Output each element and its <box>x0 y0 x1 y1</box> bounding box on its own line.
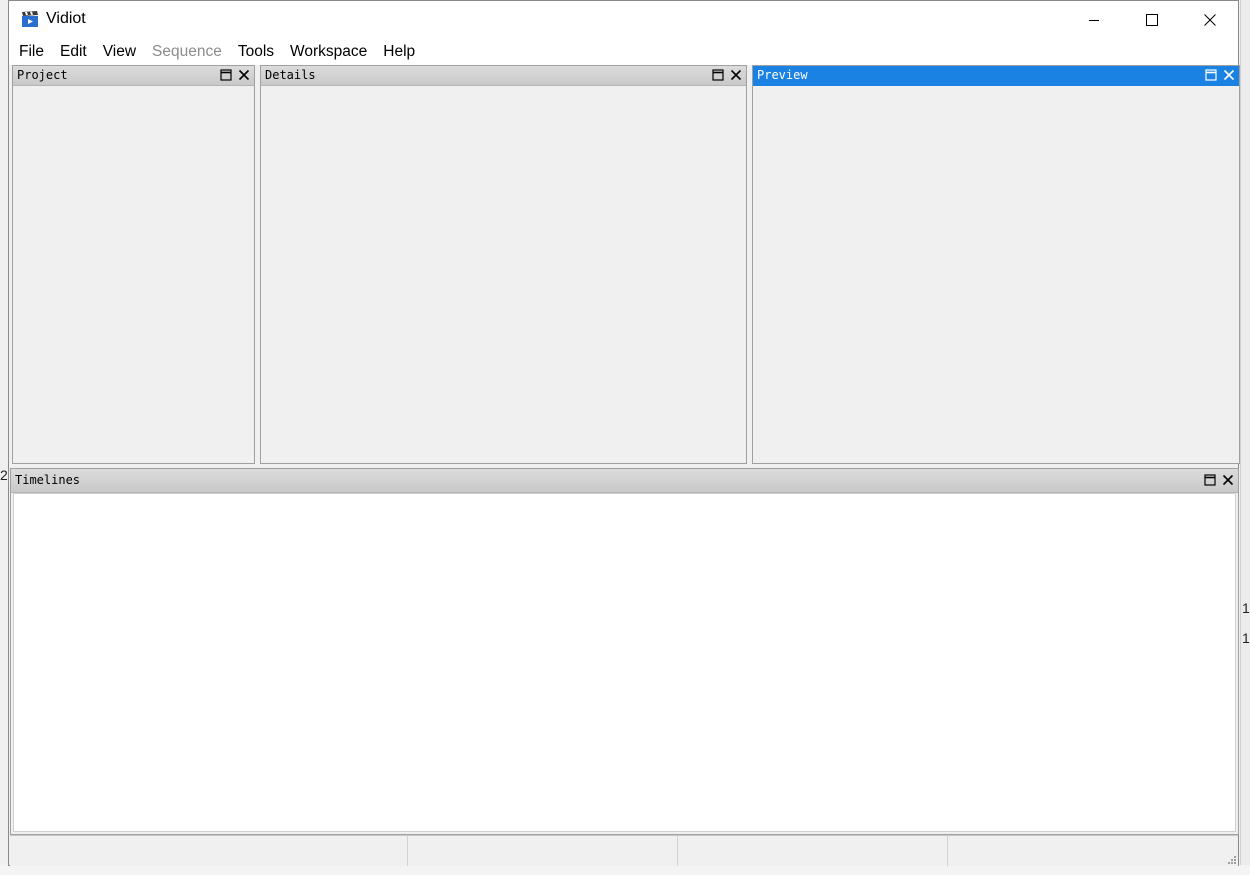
close-pane-button[interactable] <box>729 68 742 82</box>
close-icon <box>1222 474 1233 486</box>
project-pane-body[interactable] <box>13 86 254 463</box>
clapperboard-icon <box>22 11 38 27</box>
window-title: Vidiot <box>46 10 86 27</box>
status-bar <box>10 835 1238 866</box>
pane-caption[interactable]: Project <box>13 66 254 86</box>
preview-pane: Preview <box>752 65 1240 464</box>
pane-caption-active[interactable]: Preview <box>753 66 1239 86</box>
status-field <box>948 836 1238 866</box>
project-pane: Project <box>12 65 255 464</box>
app-window: Vidiot File Edit View Sequence Tools Wor… <box>8 0 1240 866</box>
float-pane-button[interactable] <box>1203 473 1216 487</box>
float-pane-icon <box>711 69 724 81</box>
close-pane-button[interactable] <box>1221 473 1234 487</box>
menu-tools[interactable]: Tools <box>230 39 282 65</box>
float-pane-icon <box>219 69 232 81</box>
float-pane-button[interactable] <box>219 68 232 82</box>
maximize-icon <box>1146 14 1158 26</box>
close-icon <box>730 69 741 81</box>
status-field <box>678 836 948 866</box>
pane-caption[interactable]: Timelines <box>11 469 1238 493</box>
background-window-bottom <box>0 865 1250 875</box>
status-field <box>408 836 678 866</box>
minimize-button[interactable] <box>1065 1 1123 39</box>
pane-title: Details <box>265 68 316 82</box>
menu-file[interactable]: File <box>9 39 52 65</box>
details-pane: Details <box>260 65 747 464</box>
float-pane-button[interactable] <box>1204 68 1217 82</box>
timelines-pane: Timelines <box>10 468 1239 835</box>
close-window-button[interactable] <box>1181 1 1239 39</box>
menu-help[interactable]: Help <box>375 39 423 65</box>
float-pane-icon <box>1203 474 1216 486</box>
pane-title: Preview <box>757 68 808 82</box>
float-pane-button[interactable] <box>711 68 724 82</box>
close-icon <box>238 69 249 81</box>
close-pane-button[interactable] <box>1222 68 1235 82</box>
background-text-fragment: 1 <box>1242 600 1250 616</box>
timelines-pane-body[interactable] <box>13 493 1236 832</box>
close-icon <box>1204 14 1216 26</box>
close-pane-button[interactable] <box>237 68 250 82</box>
resize-grip-icon[interactable] <box>1225 853 1237 865</box>
title-bar[interactable]: Vidiot <box>9 1 1238 39</box>
menu-workspace[interactable]: Workspace <box>282 39 375 65</box>
menu-bar: File Edit View Sequence Tools Workspace … <box>9 39 1238 65</box>
background-text-fragment: 1 <box>1242 630 1250 646</box>
menu-view[interactable]: View <box>95 39 144 65</box>
pane-title: Timelines <box>15 473 81 487</box>
preview-pane-body[interactable] <box>753 86 1239 463</box>
pane-caption[interactable]: Details <box>261 66 746 86</box>
minimize-icon <box>1089 20 1099 21</box>
menu-edit[interactable]: Edit <box>52 39 95 65</box>
menu-sequence[interactable]: Sequence <box>144 39 230 65</box>
details-pane-body[interactable] <box>261 86 746 463</box>
background-window-edge <box>1240 0 1250 875</box>
float-pane-icon <box>1204 69 1217 81</box>
pane-title: Project <box>17 68 68 82</box>
close-icon <box>1223 69 1234 81</box>
status-field <box>10 836 408 866</box>
maximize-button[interactable] <box>1123 1 1181 39</box>
